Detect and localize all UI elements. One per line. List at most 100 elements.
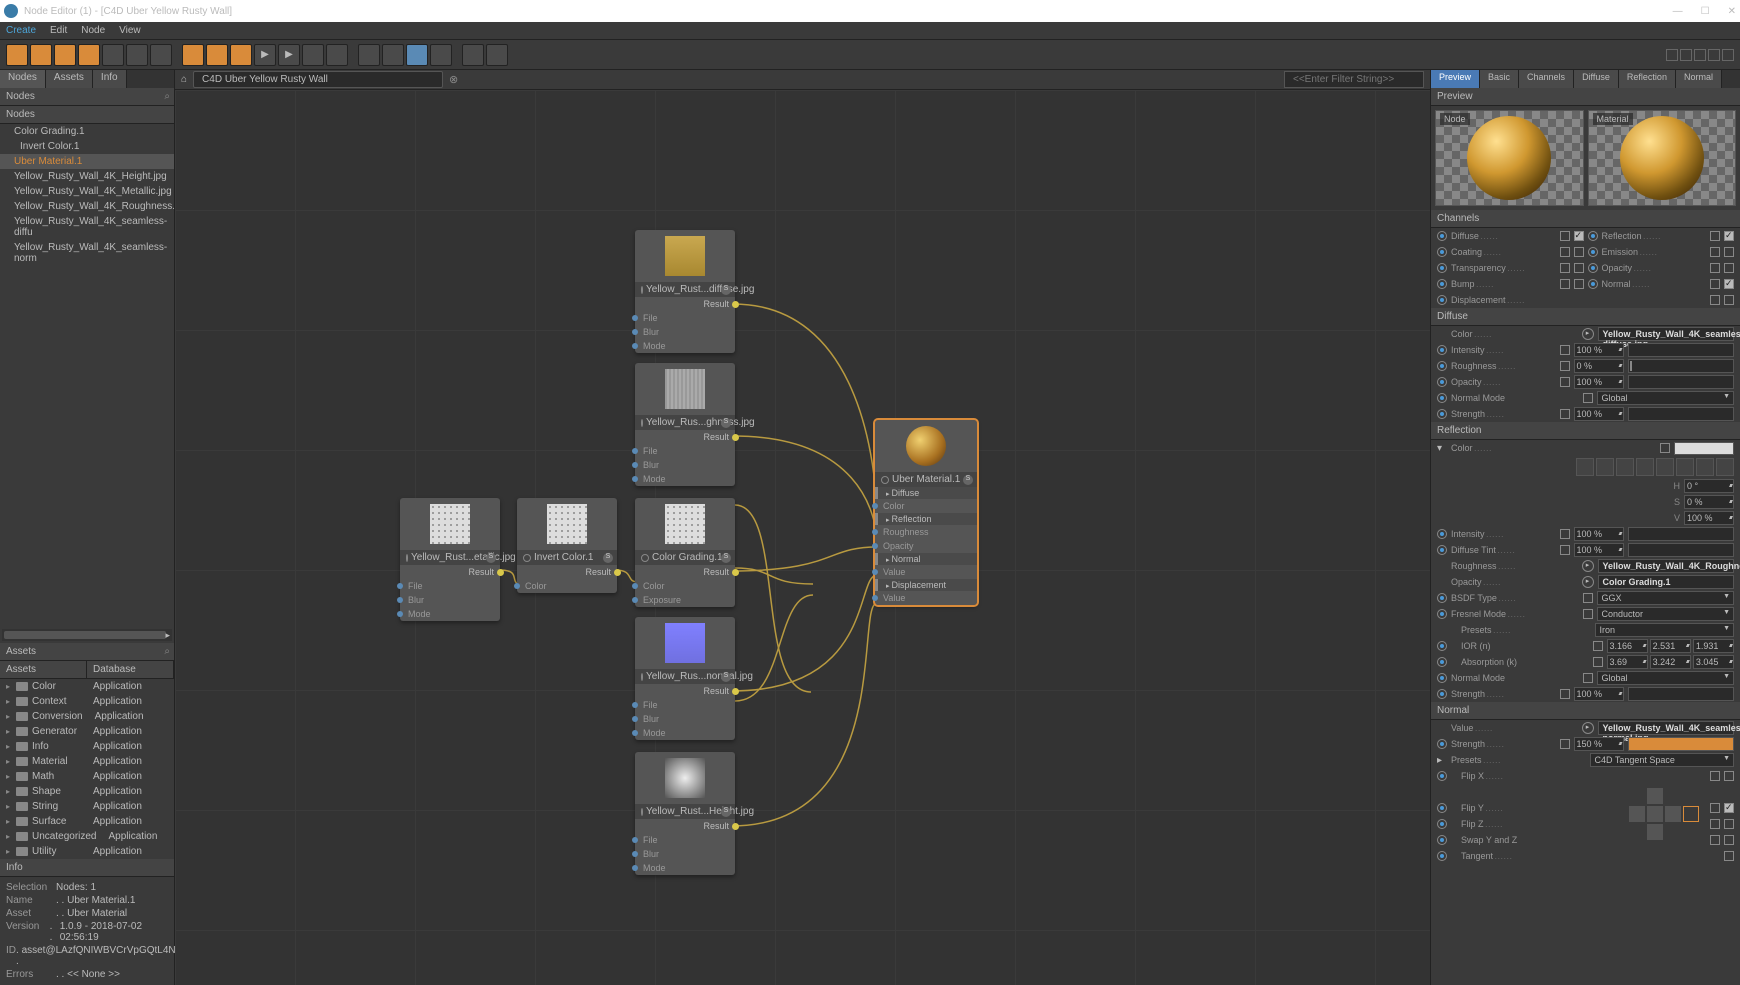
node-list-item[interactable]: Yellow_Rusty_Wall_4K_Metallic.jpg <box>0 184 174 199</box>
node-list-item[interactable]: Uber Material.1 <box>0 154 174 169</box>
tool-btn-14[interactable] <box>382 44 404 66</box>
node-canvas[interactable]: Yellow_Rust...diffuse.jpgS Result File B… <box>175 90 1430 985</box>
node-list-item[interactable]: Yellow_Rusty_Wall_4K_Roughness.jpg <box>0 199 174 214</box>
roughness-input[interactable]: 0 % <box>1574 359 1624 373</box>
tiny-icon[interactable] <box>1708 49 1720 61</box>
menu-view[interactable]: View <box>119 25 141 36</box>
slider[interactable] <box>1628 359 1735 373</box>
h-input[interactable]: 0 ° <box>1684 479 1734 493</box>
radio[interactable] <box>1437 361 1447 371</box>
tab-reflection[interactable]: Reflection <box>1619 70 1676 88</box>
color-swatch[interactable] <box>1674 442 1734 455</box>
tool-btn-7[interactable] <box>150 44 172 66</box>
tool-btn-11[interactable] <box>302 44 324 66</box>
tool-btn-16[interactable] <box>430 44 452 66</box>
tool-btn-18[interactable] <box>486 44 508 66</box>
node-invert-color[interactable]: Invert Color.1S Result Color <box>517 498 617 593</box>
tab-info[interactable]: Info <box>93 70 127 88</box>
tab-channels[interactable]: Channels <box>1519 70 1574 88</box>
radio[interactable] <box>1437 409 1447 419</box>
node-section-header[interactable]: Diffuse <box>875 487 977 499</box>
tab-preview[interactable]: Preview <box>1431 70 1480 88</box>
node-section-header[interactable]: Reflection <box>875 513 977 525</box>
tool-btn-5[interactable] <box>102 44 124 66</box>
node-uber-material[interactable]: Uber Material.1S DiffuseColorReflectionR… <box>875 420 977 605</box>
flip-y-checkbox[interactable] <box>1724 803 1734 813</box>
flip-z-checkbox[interactable] <box>1724 819 1734 829</box>
asset-row[interactable]: ▸ShapeApplication <box>0 784 174 799</box>
link-icon[interactable]: ▸ <box>1582 328 1594 340</box>
maximize-button[interactable]: ☐ <box>1701 6 1710 17</box>
tiny-icon[interactable] <box>1666 49 1678 61</box>
asset-row[interactable]: ▸SurfaceApplication <box>0 814 174 829</box>
node-input-port[interactable]: Value <box>875 565 977 579</box>
tool-btn-9[interactable] <box>206 44 228 66</box>
preview-material[interactable]: Material <box>1588 110 1737 206</box>
asset-row[interactable]: ▸MathApplication <box>0 769 174 784</box>
node-height-texture[interactable]: Yellow_Rust...Height.jpgS Result File Bl… <box>635 752 735 875</box>
asset-row[interactable]: ▸MaterialApplication <box>0 754 174 769</box>
slider[interactable] <box>1628 375 1735 389</box>
node-input-port[interactable]: Value <box>875 591 977 605</box>
tool-btn-17[interactable] <box>462 44 484 66</box>
tool-btn-15[interactable] <box>406 44 428 66</box>
v-input[interactable]: 100 % <box>1684 511 1734 525</box>
radio[interactable] <box>1437 393 1447 403</box>
node-roughness-texture[interactable]: Yellow_Rus...ghness.jpgS Result File Blu… <box>635 363 735 486</box>
tool-btn-play[interactable]: ▶ <box>254 44 276 66</box>
strength-input[interactable]: 100 % <box>1574 407 1624 421</box>
color-mode-icon[interactable] <box>1576 458 1594 476</box>
normal-mode-dropdown[interactable]: Global <box>1597 391 1735 405</box>
node-list-item[interactable]: Color Grading.1 <box>0 124 174 139</box>
node-color-grading[interactable]: Color Grading.1S Result Color Exposure <box>635 498 735 607</box>
flip-x-checkbox[interactable] <box>1724 771 1734 781</box>
node-section-header[interactable]: Normal <box>875 553 977 565</box>
close-button[interactable]: ✕ <box>1728 6 1736 17</box>
menu-node[interactable]: Node <box>81 25 105 36</box>
tool-btn-1[interactable] <box>6 44 28 66</box>
node-diffuse-texture[interactable]: Yellow_Rust...diffuse.jpgS Result File B… <box>635 230 735 353</box>
tool-btn-4[interactable] <box>78 44 100 66</box>
col-database[interactable]: Database <box>87 661 174 678</box>
tool-btn-10[interactable] <box>230 44 252 66</box>
node-input-port[interactable]: Roughness <box>875 525 977 539</box>
menu-create[interactable]: Create <box>6 25 36 36</box>
node-input-port[interactable]: Opacity <box>875 539 977 553</box>
node-list-item[interactable]: Yellow_Rusty_Wall_4K_Height.jpg <box>0 169 174 184</box>
col-assets[interactable]: Assets <box>0 661 87 678</box>
tab-normal[interactable]: Normal <box>1676 70 1722 88</box>
s-input[interactable]: 0 % <box>1684 495 1734 509</box>
clear-filter-icon[interactable]: ⊗ <box>449 73 458 86</box>
diffuse-color-value[interactable]: Yellow_Rusty_Wall_4K_seamless-diffuse.jp… <box>1598 327 1735 341</box>
tab-nodes[interactable]: Nodes <box>0 70 46 88</box>
asset-row[interactable]: ▸ContextApplication <box>0 694 174 709</box>
search-icon[interactable]: ⌕ <box>164 646 170 657</box>
node-section-header[interactable]: Displacement <box>875 579 977 591</box>
asset-row[interactable]: ▸UtilityApplication <box>0 844 174 859</box>
filter-input[interactable]: <<Enter Filter String>> <box>1284 71 1424 88</box>
scrollbar[interactable]: ▸ <box>2 629 172 641</box>
tool-btn-12[interactable] <box>326 44 348 66</box>
radio[interactable] <box>1437 377 1447 387</box>
tiny-icon[interactable] <box>1722 49 1734 61</box>
tool-btn-8[interactable] <box>182 44 204 66</box>
asset-row[interactable]: ▸StringApplication <box>0 799 174 814</box>
tool-btn-2[interactable] <box>30 44 52 66</box>
asset-row[interactable]: ▸UncategorizedApplication <box>0 829 174 844</box>
menu-edit[interactable]: Edit <box>50 25 67 36</box>
slider[interactable] <box>1628 343 1735 357</box>
breadcrumb-home-icon[interactable]: ⌂ <box>181 74 187 85</box>
tool-btn-play2[interactable]: ▶ <box>278 44 300 66</box>
node-metallic-texture[interactable]: Yellow_Rust...etallic.jpgS Result File B… <box>400 498 500 621</box>
node-input-port[interactable]: Color <box>875 499 977 513</box>
node-normal-texture[interactable]: Yellow_Rus...normal.jpgS Result File Blu… <box>635 617 735 740</box>
asset-row[interactable]: ▸ConversionApplication <box>0 709 174 724</box>
asset-row[interactable]: ▸GeneratorApplication <box>0 724 174 739</box>
node-list-item[interactable]: Yellow_Rusty_Wall_4K_seamless-diffu <box>0 214 174 240</box>
tool-btn-3[interactable] <box>54 44 76 66</box>
search-icon[interactable]: ⌕ <box>164 91 170 102</box>
tab-basic[interactable]: Basic <box>1480 70 1519 88</box>
tab-assets[interactable]: Assets <box>46 70 93 88</box>
preview-node[interactable]: Node <box>1435 110 1584 206</box>
tiny-icon[interactable] <box>1680 49 1692 61</box>
